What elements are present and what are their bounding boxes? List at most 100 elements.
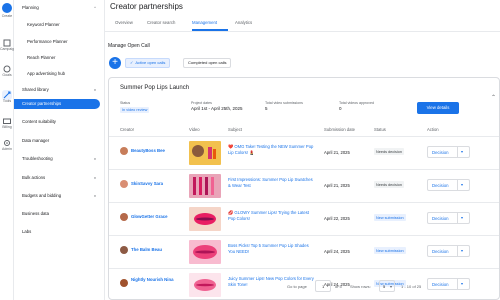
nav-content-suitability[interactable]: Content suitability (14, 117, 105, 127)
tab-creator-search[interactable]: Creator search (147, 20, 175, 25)
rows-per-page-select[interactable]: 5 ▾ (379, 280, 395, 292)
creator-name[interactable]: The Balm Beau (131, 247, 162, 252)
decision-dropdown[interactable]: Decision ▾ (427, 245, 470, 257)
column-header-video: Video (189, 127, 200, 132)
video-subject-link[interactable]: ❤️ OMG Take! Testing the NEW Summer Pop … (228, 144, 316, 156)
table-row: GlowGetter Grace 💋 GLOWY Summer Lips! Tr… (109, 203, 499, 236)
icon-rail: Create Campaigns Goals Tools Billing Adm… (0, 0, 14, 300)
avatar (120, 279, 128, 287)
section-title: Manage Open Call (108, 43, 150, 49)
total-submissions-label: Total video submissions (265, 101, 303, 105)
dropdown-caret-icon: ▾ (461, 215, 464, 220)
column-header-subject: Subject (228, 127, 242, 132)
chevron-down-icon: v (94, 87, 96, 92)
tabs-divider (105, 31, 500, 32)
rail-label-tools: Tools (2, 99, 12, 103)
video-thumbnail[interactable] (189, 141, 221, 165)
table-row: BeautyBoss Bee ❤️ OMG Take! Testing the … (109, 137, 499, 170)
nav-labs[interactable]: Labs (14, 227, 105, 237)
decision-dropdown[interactable]: Decision ▾ (427, 278, 470, 290)
column-header-action: Action (427, 127, 439, 132)
status-badge: New submission (374, 214, 406, 221)
open-call-card: Summer Pop Lips Launch ⌃ Status In video… (108, 77, 500, 300)
view-details-button[interactable]: View details (417, 102, 459, 114)
submission-date: April 24, 2025 (324, 249, 350, 254)
nav-performance-planner[interactable]: Performance Planner (14, 37, 105, 47)
create-icon[interactable] (2, 3, 12, 13)
tab-overview[interactable]: Overview (115, 20, 133, 25)
status-badge: New submission (374, 247, 406, 254)
table-row: SkinSavvy Sara First Impressions: Summer… (109, 170, 499, 203)
dropdown-caret-icon: ▾ (461, 281, 464, 286)
chevron-up-icon: ^ (94, 5, 96, 10)
nav-budgets-and-bidding[interactable]: Budgets and bidding v (14, 191, 105, 201)
nav-keyword-planner[interactable]: Keyword Planner (14, 20, 105, 30)
decision-dropdown[interactable]: Decision ▾ (427, 146, 470, 158)
dropdown-caret-icon: ▾ (461, 248, 464, 253)
tools-nav: Planning ^ Keyword Planner Performance Pl… (14, 0, 105, 300)
tab-management[interactable]: Management (192, 20, 217, 25)
main-content: Creator partnerships Overview Creator se… (105, 0, 500, 300)
campaign-status-badge: In video review (120, 107, 150, 113)
chevron-down-icon: v (94, 156, 96, 161)
page-number-input[interactable]: 1 (315, 280, 331, 292)
nav-data-manager[interactable]: Data manager (14, 136, 105, 146)
rail-label-billing: Billing (2, 125, 12, 129)
video-thumbnail[interactable] (189, 240, 221, 264)
project-dates-label: Project dates (191, 101, 212, 105)
video-subject-link[interactable]: Boss Picks! Top 5 Summer Pop Lip Shades … (228, 243, 316, 255)
chevron-up-icon[interactable]: ⌃ (491, 94, 496, 101)
submission-date: April 21, 2025 (324, 183, 350, 188)
creator-name[interactable]: Nightly Nourish Nina (131, 277, 181, 283)
chevron-down-icon: v (94, 193, 96, 198)
nav-reach-planner[interactable]: Reach Planner (14, 53, 105, 63)
total-pages-label: of 5 (335, 284, 342, 289)
tab-analytics[interactable]: Analytics (235, 20, 252, 25)
nav-app-advertising-hub[interactable]: App advertising hub (14, 69, 105, 79)
show-rows-label: Show rows: (350, 284, 371, 289)
decision-dropdown[interactable]: Decision ▾ (427, 179, 470, 191)
pagination-range: 1 - 10 of 25 (401, 284, 422, 289)
nav-bulk-actions[interactable]: Bulk actions v (14, 173, 105, 183)
check-icon: ✓ (130, 60, 134, 65)
column-header-submission-date: Submission date (324, 127, 355, 132)
nav-business-data[interactable]: Business data (14, 209, 105, 219)
rail-label-campaigns: Campaigns (0, 47, 14, 51)
add-open-call-button[interactable]: + (109, 57, 121, 69)
submission-date: April 22, 2025 (324, 216, 350, 221)
video-subject-link[interactable]: First Impressions: Summer Pop Lip Swatch… (228, 177, 316, 189)
total-approved-label: Total videos approved (339, 101, 374, 105)
decision-dropdown[interactable]: Decision ▾ (427, 212, 470, 224)
video-subject-link[interactable]: 💋 GLOWY Summer Lips! Trying the Latest P… (228, 210, 316, 222)
campaign-title: Summer Pop Lips Launch (120, 85, 190, 91)
dropdown-caret-icon: ▾ (390, 284, 393, 289)
rail-label-goals: Goals (2, 73, 12, 77)
total-submissions-value: 5 (265, 106, 268, 111)
avatar (120, 147, 128, 155)
creator-name[interactable]: SkinSavvy Sara (131, 181, 163, 186)
rail-label-create: Create (1, 14, 13, 18)
column-header-creator: Creator (120, 127, 134, 132)
nav-troubleshooting[interactable]: Troubleshooting v (14, 154, 105, 164)
video-thumbnail[interactable] (189, 174, 221, 198)
video-thumbnail[interactable] (189, 273, 221, 297)
chip-active-open-calls[interactable]: ✓ Active open calls (125, 58, 171, 68)
nav-creator-partnerships[interactable]: Creator partnerships (14, 99, 100, 109)
submission-date: April 21, 2025 (324, 150, 350, 155)
status-badge: Needs decision (374, 181, 404, 188)
nav-planning[interactable]: Planning ^ (14, 3, 105, 13)
status-label: Status (120, 101, 131, 105)
creator-name[interactable]: BeautyBoss Bee (131, 148, 165, 153)
video-thumbnail[interactable] (189, 207, 221, 231)
rail-label-admin: Admin (2, 147, 12, 151)
chip-completed-open-calls[interactable]: Completed open calls (183, 58, 232, 68)
go-to-page-label: Go to page (287, 284, 307, 289)
chevron-down-icon: v (94, 175, 96, 180)
project-dates-value: April 1st - April 25th, 2025 (191, 106, 243, 111)
column-header-status: Status (374, 127, 386, 132)
status-badge: Needs decision (374, 148, 404, 155)
nav-shared-library[interactable]: Shared library v (14, 85, 105, 95)
page-title: Creator partnerships (110, 2, 183, 11)
total-approved-value: 0 (339, 106, 342, 111)
creator-name[interactable]: GlowGetter Grace (131, 214, 168, 219)
